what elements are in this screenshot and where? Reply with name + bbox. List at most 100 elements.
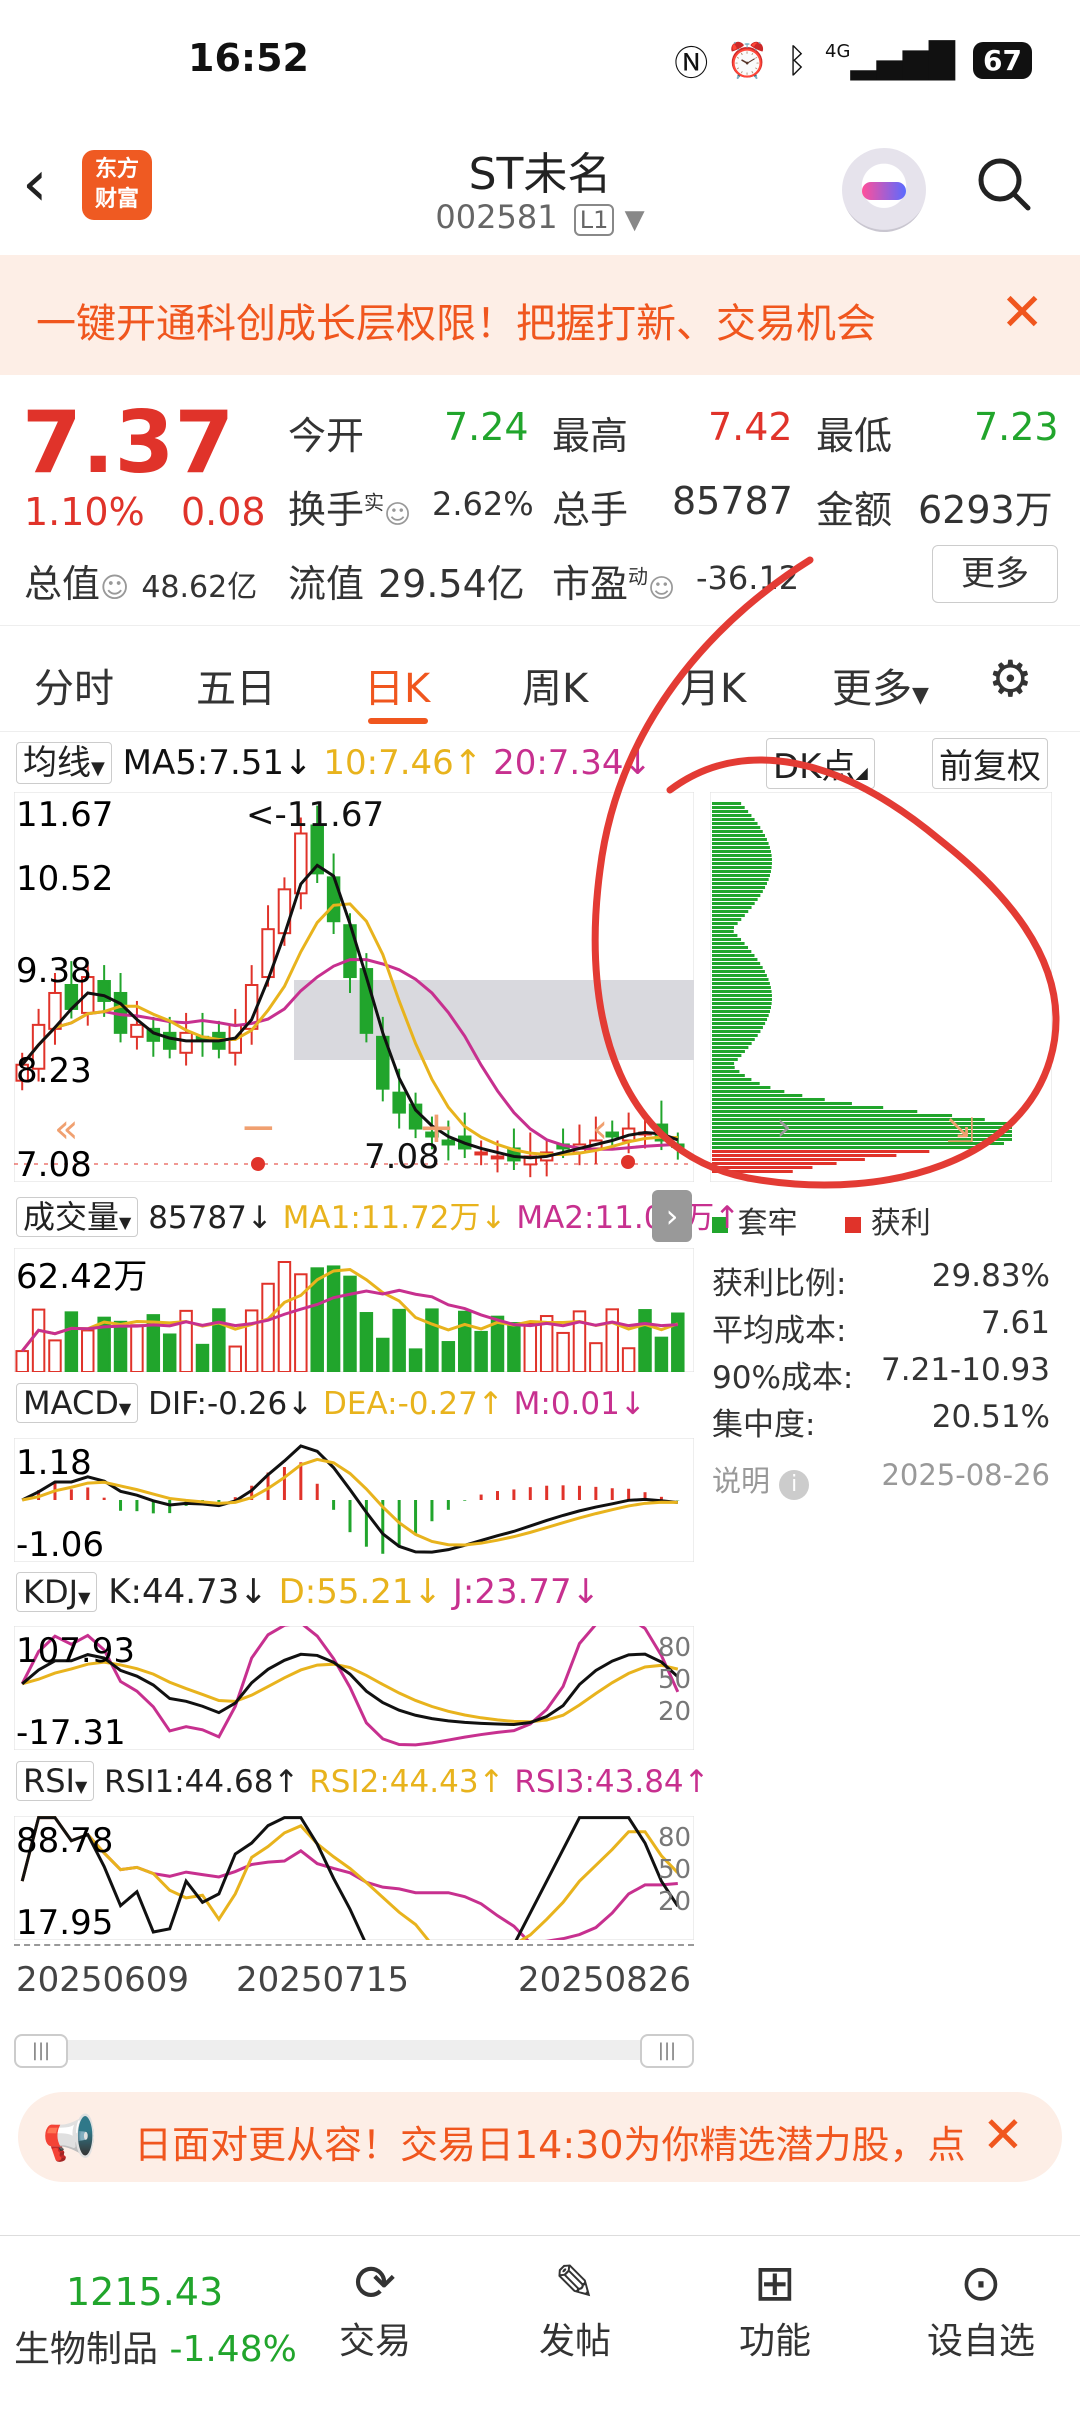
chip-stat-value: 7.21-10.93 <box>881 1352 1050 1388</box>
float-value: 29.54亿 <box>378 562 525 606</box>
volume-bar <box>457 1310 472 1372</box>
volume-ma1: MA1:11.72万↓ <box>282 1200 507 1236</box>
status-icons: Ⓝ ⏰ ᛒ 4G▂▄▆█ 67 <box>674 36 1032 85</box>
macd-m: M:0.01↓ <box>513 1386 646 1422</box>
header: ‹ 东方 财富 ST未名 002581 L1 ▼ <box>0 120 1080 256</box>
macd-y-max: 1.18 <box>16 1443 92 1483</box>
rsi1-line <box>20 1816 680 1940</box>
volume-bar <box>621 1347 636 1372</box>
kdj-selector[interactable]: KDJ▼ <box>16 1572 98 1612</box>
tab-daily-k[interactable]: 日K <box>364 656 430 714</box>
volume-bar <box>654 1336 669 1372</box>
robot-avatar-icon[interactable] <box>842 148 926 232</box>
chip-stat-value: 7.61 <box>980 1305 1050 1341</box>
kdj-d: D:55.21↓ <box>278 1572 443 1612</box>
promo-banner[interactable]: 一键开通科创成长层权限！把握打新、交易机会 ✕ <box>0 255 1080 375</box>
kdj-ref-80: 80 <box>658 1633 691 1663</box>
search-icon[interactable] <box>976 156 1032 212</box>
volume-bar <box>113 1320 128 1372</box>
macd-frame <box>14 1438 694 1562</box>
date-label: 20250826 <box>518 1960 692 2000</box>
rsi-selector[interactable]: RSI▼ <box>16 1761 95 1801</box>
range-slider-right-handle[interactable]: ||| <box>640 2034 694 2068</box>
function-button[interactable]: ⊞ 功能 <box>720 2254 830 2364</box>
chip-stat-label: 90%成本: <box>712 1360 854 1396</box>
volume-bar <box>228 1345 243 1372</box>
collapse-panel-button[interactable]: › <box>652 1190 692 1242</box>
close-icon[interactable]: ✕ <box>982 2106 1024 2164</box>
volume-bar <box>507 1322 521 1372</box>
info-icon[interactable]: ☺ <box>100 571 129 604</box>
volume-bar <box>441 1341 456 1372</box>
notification-bar[interactable]: 📢 日面对更从容！交易日14:30为你精选潜力股，点 ✕ <box>18 2092 1062 2182</box>
legend-swatch-profit <box>845 1217 862 1233</box>
rsi-3: RSI3:43.84↑ <box>514 1764 710 1800</box>
high-label: 最高 <box>552 414 629 458</box>
volume-bar <box>244 1309 259 1372</box>
rsi-2: RSI2:44.43↑ <box>309 1764 505 1800</box>
chip-legend: 套牢 获利 <box>712 1198 931 1242</box>
zoom-in-icon[interactable]: + <box>418 1102 455 1153</box>
tab-five-day[interactable]: 五日 <box>196 656 276 714</box>
grid-icon: ⊞ <box>754 2254 796 2312</box>
rsi-legend-row: RSI▼ RSI1:44.68↑ RSI2:44.43↑ RSI3:43.84↑ <box>16 1761 710 1801</box>
volume-chart[interactable]: 62.42万 <box>14 1248 694 1372</box>
index-info[interactable]: 生物制品 -1.48% <box>14 2320 297 2372</box>
status-bar: 16:52 Ⓝ ⏰ ᛒ 4G▂▄▆█ 67 <box>0 0 1080 120</box>
volume-bar <box>605 1308 619 1372</box>
macd-chart[interactable]: 1.18 -1.06 <box>14 1438 694 1562</box>
volume-bar <box>359 1312 374 1372</box>
turnover-label: 换手实☺ <box>288 488 412 532</box>
close-icon[interactable]: ✕ <box>1000 283 1044 343</box>
nfc-icon: Ⓝ <box>674 44 709 84</box>
volume-bar <box>523 1322 538 1372</box>
current-price: 7.37 <box>22 393 235 493</box>
trade-button[interactable]: ⟳ 交易 <box>320 2254 430 2364</box>
info-icon[interactable]: ☺ <box>384 500 411 530</box>
trade-icon: ⟳ <box>354 2254 396 2312</box>
range-slider-track[interactable] <box>14 2040 690 2060</box>
hand-drawn-circle-annotation <box>591 556 1060 1189</box>
candle-body <box>392 1091 406 1114</box>
ma-legend-row: 均线▼ MA5:7.51↓ 10:7.46↑ 20:7.34↓ <box>16 735 652 787</box>
range-slider-left-handle[interactable]: ||| <box>14 2034 68 2068</box>
volume-bar <box>326 1265 341 1372</box>
candle-body <box>162 1031 177 1050</box>
rsi2-line <box>20 1816 679 1940</box>
kdj-y-max: 107.93 <box>16 1631 135 1671</box>
rsi-frame <box>14 1816 694 1940</box>
rsi-chart[interactable]: 88.78 17.95 80 50 20 <box>14 1816 694 1940</box>
macd-legend-row: MACD▼ DIF:-0.26↓ DEA:-0.27↑ M:0.01↓ <box>16 1383 646 1423</box>
event-dot[interactable] <box>251 1157 265 1171</box>
add-watchlist-button[interactable]: ⊙ 设自选 <box>916 2254 1046 2364</box>
rsi-ref-20: 20 <box>658 1887 691 1917</box>
post-button[interactable]: ✎ 发帖 <box>520 2254 630 2364</box>
stock-code: 002581 <box>435 198 558 236</box>
volume-bar <box>638 1309 652 1372</box>
rsi-ref-50: 50 <box>658 1855 691 1885</box>
index-value[interactable]: 1215.43 <box>66 2270 223 2314</box>
chip-stat-label: 平均成本: <box>712 1313 847 1349</box>
volume-ma2: MA2:11.09万↑ <box>516 1200 741 1236</box>
ma-selector[interactable]: 均线▼ <box>16 742 112 784</box>
ma10-value: 10:7.46↑ <box>323 743 483 783</box>
kdj-chart[interactable]: 107.93 -17.31 80 50 20 <box>14 1626 694 1750</box>
signal-icon: 4G▂▄▆█ <box>825 40 956 81</box>
zoom-out-icon[interactable]: − <box>240 1102 277 1153</box>
kdj-ref-20: 20 <box>658 1697 691 1727</box>
price-change: 1.10% 0.08 <box>24 490 266 534</box>
date-label: 20250715 <box>236 1960 410 2000</box>
tab-intraday[interactable]: 分时 <box>34 656 114 714</box>
info-icon: i <box>779 1470 810 1500</box>
alarm-icon: ⏰ <box>726 40 769 81</box>
volume-bar <box>212 1308 226 1372</box>
float-label: 流值 <box>288 562 365 606</box>
rsi3-line <box>20 1816 678 1940</box>
low-value: 7.23 <box>974 405 1059 449</box>
candle-body <box>130 1023 144 1038</box>
volume-selector[interactable]: 成交量▼ <box>16 1197 139 1237</box>
scroll-left-icon[interactable]: « <box>54 1106 78 1152</box>
high-value: 7.42 <box>708 405 793 449</box>
chip-note[interactable]: 说明 i <box>712 1458 810 1500</box>
macd-selector[interactable]: MACD▼ <box>16 1383 139 1423</box>
